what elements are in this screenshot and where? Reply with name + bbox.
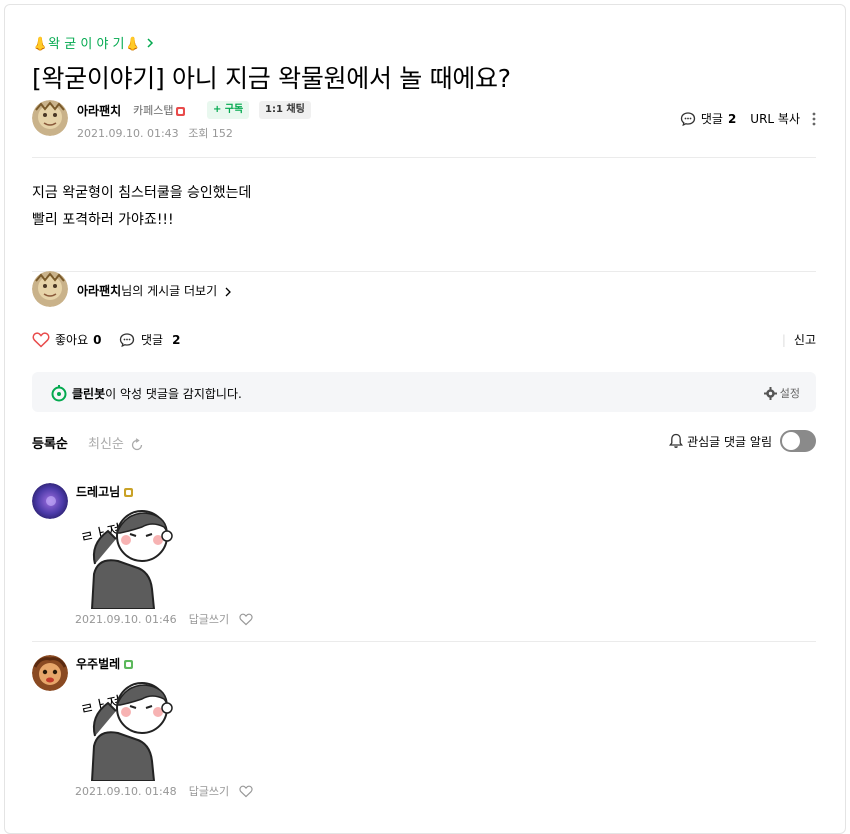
cleanbot-banner: 클린봇 이 악성 댓글을 감지합니다. 설정 xyxy=(32,372,816,412)
author-grade-label: 카페스탭 xyxy=(133,104,174,117)
bell-icon xyxy=(669,433,684,448)
sort-latest-label: 최신순 xyxy=(88,437,124,452)
author-nickname[interactable]: 아라팬치 xyxy=(77,102,121,119)
chevron-right-icon xyxy=(147,37,153,48)
heart-icon xyxy=(239,785,253,797)
comment-notify: 관심글 댓글 알림 xyxy=(669,430,816,452)
comment-date: 2021.09.10. 01:46 xyxy=(75,612,177,626)
comments-link-label: 댓글 xyxy=(700,112,723,126)
article-body-line: 빨리 포격하러 가야죠!!! xyxy=(32,212,174,228)
comment-label: 댓글 xyxy=(141,333,164,347)
article-body: 지금 왁굳형이 침스터쿨을 승인했는데 빨리 포격하러 가야죠!!! xyxy=(32,180,251,234)
more-posts-link[interactable]: 아라팬치님의 게시글 더보기 xyxy=(77,282,232,299)
like-label: 좋아요 xyxy=(55,333,89,347)
author-grade: 카페스탭 xyxy=(133,102,186,118)
comment-item: 드레고님 ㄹㅏ져 2021.09.10. 01:46 답글쓰기 xyxy=(32,483,816,643)
notify-label: 관심글 댓글 알림 xyxy=(687,434,772,449)
cleanbot-setting-button[interactable]: 설정 xyxy=(763,385,800,401)
author-avatar[interactable] xyxy=(32,100,68,136)
sort-latest[interactable]: 최신순 xyxy=(88,433,144,452)
notify-toggle[interactable] xyxy=(780,430,816,452)
heart-icon xyxy=(239,613,253,625)
chevron-right-icon xyxy=(225,287,231,296)
more-options-icon[interactable] xyxy=(812,111,816,127)
comment-meta: 2021.09.10. 01:48 답글쓰기 xyxy=(75,783,253,799)
article-title: [왁굳이야기] 아니 지금 왁물원에서 놀 때에요? xyxy=(32,64,511,93)
like-button[interactable]: 좋아요 0 xyxy=(32,331,101,348)
reply-button[interactable]: 답글쓰기 xyxy=(189,783,229,799)
comment-like-button[interactable] xyxy=(239,785,253,798)
comment-button[interactable]: 댓글 2 xyxy=(119,331,180,348)
author-row: 아라팬치 카페스탭 + 구독 1:1 채팅 2021.09.10. 01:43 … xyxy=(32,100,816,140)
cleanbot-setting-label: 설정 xyxy=(779,387,800,400)
more-posts-row: 아라팬치님의 게시글 더보기 xyxy=(32,271,816,307)
comment-sticker: ㄹㅏ져 xyxy=(80,510,173,609)
subscribe-button[interactable]: + 구독 xyxy=(207,101,250,119)
report-button[interactable]: | 신고 xyxy=(782,331,816,348)
header-divider xyxy=(32,157,816,158)
comment-avatar[interactable] xyxy=(32,655,68,691)
more-posts-suffix: 님의 게시글 더보기 xyxy=(121,284,218,298)
comment-meta: 2021.09.10. 01:46 답글쓰기 xyxy=(75,611,253,627)
report-label: 신고 xyxy=(793,333,816,347)
comment-date: 2021.09.10. 01:48 xyxy=(75,784,177,798)
article-meta: 2021.09.10. 01:43 조회 152 xyxy=(77,125,239,141)
comment-item: 우주벌레 ㄹㅏ져 2021.09.10. 01:48 답글쓰기 xyxy=(32,655,816,815)
comment-divider xyxy=(32,641,816,642)
board-link[interactable]: 👃왁 굳 이 야 기👃 xyxy=(32,33,155,52)
report-separator: | xyxy=(781,332,786,347)
chat-button[interactable]: 1:1 채팅 xyxy=(259,101,311,119)
reply-button[interactable]: 답글쓰기 xyxy=(189,611,229,627)
article-body-line: 지금 왁굳형이 침스터쿨을 승인했는데 xyxy=(32,185,252,201)
comment-count: 2 xyxy=(172,332,181,347)
reaction-row: 좋아요 0 댓글 2 | 신고 xyxy=(32,331,816,353)
comment-sort-bar: 등록순 최신순 관심글 댓글 알림 xyxy=(32,430,816,454)
cleanbot-text: 이 악성 댓글을 감지합니다. xyxy=(105,386,242,401)
sort-registered[interactable]: 등록순 xyxy=(32,433,68,452)
comment-sticker: ㄹㅏ져 xyxy=(80,682,173,781)
cleanbot-name: 클린봇 xyxy=(72,386,106,401)
avatar-image xyxy=(32,483,68,519)
grade-badge-icon xyxy=(124,660,134,669)
grade-badge-icon xyxy=(124,488,134,497)
comment-nickname[interactable]: 드레고님 xyxy=(76,483,134,500)
article-views: 조회 152 xyxy=(188,127,233,140)
more-posts-nickname: 아라팬치 xyxy=(77,284,122,298)
cleanbot-icon xyxy=(51,385,67,402)
avatar-image xyxy=(32,655,68,691)
heart-icon xyxy=(32,331,50,348)
refresh-icon xyxy=(131,437,143,450)
cleanbot-message: 클린봇 이 악성 댓글을 감지합니다. xyxy=(50,384,242,402)
avatar-image xyxy=(32,100,68,136)
toggle-knob xyxy=(782,432,800,450)
gear-icon xyxy=(763,386,777,400)
comment-nickname-label: 드레고님 xyxy=(76,485,121,499)
comment-like-button[interactable] xyxy=(239,613,253,626)
comment-bubble-icon xyxy=(119,332,135,347)
avatar-image xyxy=(32,271,68,307)
article-tools: 댓글 2 URL 복사 xyxy=(666,110,816,127)
like-count: 0 xyxy=(93,332,102,347)
comment-nickname-label: 우주벌레 xyxy=(76,657,121,671)
comments-link-count: 2 xyxy=(727,111,737,126)
comment-avatar[interactable] xyxy=(32,483,68,519)
comment-nickname[interactable]: 우주벌레 xyxy=(76,655,134,672)
comments-link[interactable]: 댓글 2 xyxy=(680,110,736,127)
more-posts-avatar[interactable] xyxy=(32,271,68,307)
article-date: 2021.09.10. 01:43 xyxy=(77,127,179,140)
comment-bubble-icon xyxy=(680,111,695,126)
board-link-label: 👃왁 굳 이 야 기👃 xyxy=(32,37,141,52)
url-copy-button[interactable]: URL 복사 xyxy=(750,110,800,127)
staff-badge-icon xyxy=(176,106,186,116)
